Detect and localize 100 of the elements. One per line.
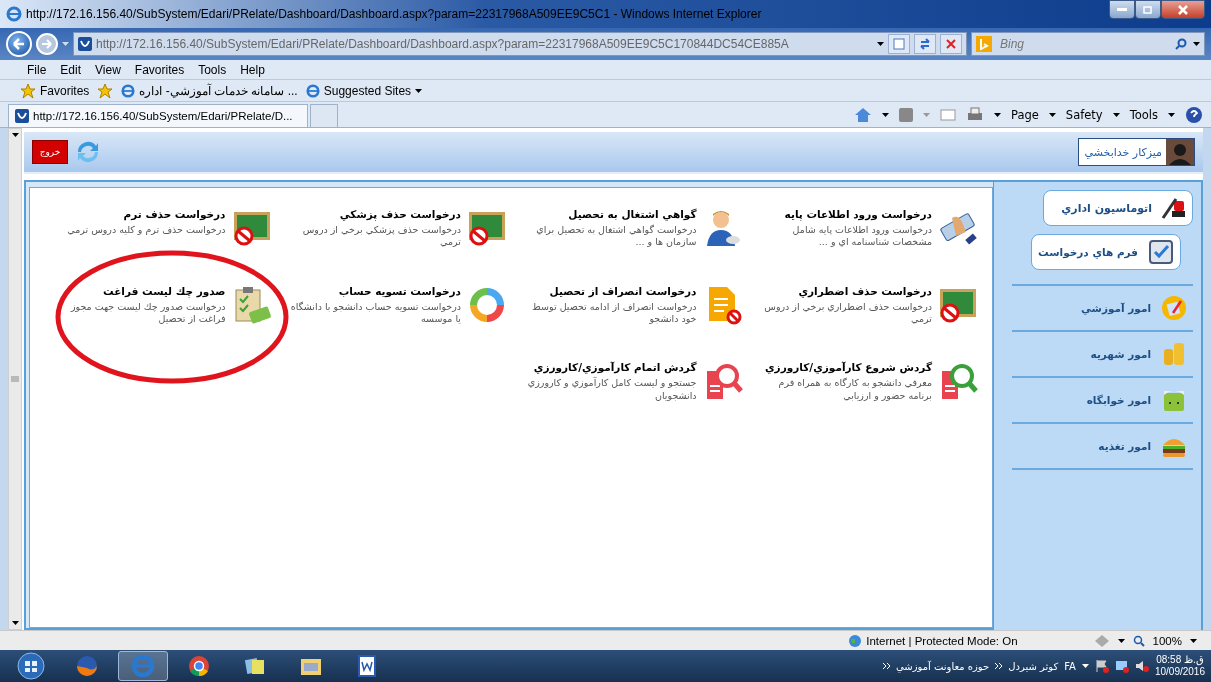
printer-icon — [966, 106, 984, 123]
mail-icon — [940, 108, 956, 121]
tile-title: درخواست حذف پزشكي — [338, 208, 461, 220]
minimize-button[interactable] — [1109, 0, 1135, 19]
search-icon — [1175, 38, 1187, 50]
tile-title: گواهي اشتغال به تحصيل — [567, 208, 697, 220]
search-engine-icon — [976, 36, 992, 52]
site-icon — [78, 37, 92, 51]
link-label: Suggested Sites — [323, 83, 412, 98]
caret-icon — [415, 88, 423, 93]
dashboard-tile[interactable]: گردش اتمام كارآموزي/كارورزي جستجو و ليست كامل كارآموزي و كارورزي دانشجويان — [516, 361, 747, 403]
zoom-button[interactable]: 100% — [1152, 634, 1182, 647]
tile-title: صدور چك ليست فراغت — [102, 284, 226, 297]
add-favorite-icon[interactable] — [97, 82, 114, 99]
tile-description: درخواست گواهي اشتغال به تحصيل براي سازمان ها و ... — [535, 224, 697, 249]
tile-description: درخواست تسويه حساب دانشجو با دانشگاه يا موسسه — [289, 300, 461, 326]
menu-item[interactable]: Help — [233, 62, 272, 77]
caret-icon — [1117, 638, 1125, 643]
dashboard-tile[interactable]: گواهي اشتغال به تحصيل درخواست گواهي اشتغال به تحصيل براي سازمان ها و ... — [516, 208, 747, 249]
sidebar-item[interactable]: فرم هاي درخواست — [1031, 234, 1181, 270]
caret-icon — [11, 621, 19, 625]
browser-tab[interactable]: http://172.16.156.40/SubSystem/Edari/PRelate/D... — [8, 104, 308, 127]
taskbar-toolbar[interactable]: حوزه معاونت آموزشي — [895, 660, 990, 672]
dashboard-tile[interactable]: درخواست حذف اضطراري درخواست حذف اضطراري برخي از دروس ترمي — [752, 284, 982, 326]
window-title: http://172.16.156.40/SubSystem/Edari/PRelate/Dashboard/Dashboard.aspx?param=22317968A509EE9C5C1 - Windows Internet Explorer — [26, 7, 763, 21]
tile-title: درخواست انصراف از تحصيل — [548, 284, 697, 297]
section-button[interactable]: اتوماسيون اداري — [1043, 190, 1193, 226]
tile-title: درخواست ورود اطلاعات پايه — [783, 208, 932, 220]
tile-description: درخواست ورود اطلاعات پايه شامل مشخصات شناسنامه اي و ... — [791, 224, 932, 249]
caret-icon — [1048, 112, 1056, 117]
word-document-icon — [355, 654, 379, 678]
browser-icon — [121, 83, 136, 98]
menu-item[interactable]: View — [88, 62, 128, 77]
forward-arrow-icon — [42, 39, 52, 49]
caret-icon — [877, 42, 884, 46]
home-icon — [854, 106, 872, 123]
minimize-icon — [1117, 8, 1127, 11]
tile-title: گردش شروع كارآموزي/كارورزي — [764, 361, 932, 374]
speaker-icon — [1134, 659, 1149, 673]
dashboard-tile[interactable]: درخواست حذف ترم درخواست حذف ترم و كليه دروس ترمي — [45, 208, 276, 248]
address-bar[interactable]: http://172.16.156.40/SubSystem/Edari/PRelate/Dashboard/Dashboard.aspx?param=22317968A509EE9C5C170844DC54CE885A — [73, 32, 967, 56]
status-text: Internet | Protected Mode: On — [848, 633, 1018, 648]
sidebar-item[interactable]: امور آموزشي — [1012, 284, 1193, 330]
dashboard-tile[interactable]: درخواست ورود اطلاعات پايه درخواست ورود اطلاعات پايه شامل مشخصات شناسنامه اي و ... — [752, 208, 982, 249]
chrome-icon — [187, 654, 211, 678]
caret-icon — [1190, 638, 1197, 643]
close-icon — [1178, 4, 1188, 15]
favorites-link[interactable]: Suggested Sites — [305, 83, 423, 98]
menu-item[interactable]: File — [20, 62, 54, 77]
menu-item[interactable]: Tools — [191, 62, 234, 77]
search-field[interactable]: Bing — [998, 36, 1169, 52]
command-menu[interactable]: Safety — [1065, 107, 1103, 122]
dashboard-tile[interactable]: درخواست حذف پزشكي درخواست حذف پزشكي برخي از دروس ترمي — [281, 208, 511, 249]
checkbox-form-icon — [1148, 239, 1174, 265]
dashboard-tile[interactable]: گردش شروع كارآموزي/كارورزي معرفي دانشجو به كارگاه به همراه فرم برنامه حضور و ارزيابي — [752, 361, 982, 403]
refresh-icon — [919, 38, 931, 50]
globe-icon — [848, 633, 863, 648]
tile-title: درخواست حذف اضطراري — [797, 284, 932, 297]
tile-description: درخواست حذف پزشكي برخي از دروس ترمي — [301, 224, 461, 249]
sidebar-item[interactable]: امور شهريه — [1012, 330, 1193, 376]
user-badge: ميزكار خدابخشي — [1077, 138, 1195, 166]
sidebar-item[interactable]: امور تغذيه — [1012, 422, 1193, 468]
security-icon — [1093, 633, 1110, 648]
menu-item[interactable]: Favorites — [127, 62, 192, 77]
back-button[interactable] — [6, 31, 32, 57]
refresh-button[interactable] — [914, 34, 936, 54]
favorites-button[interactable]: Favorites — [20, 82, 90, 99]
taskbar-toolbar[interactable]: كوثر شيردل — [1008, 660, 1059, 672]
start-orb-icon — [17, 652, 45, 680]
magnifier-icon — [1132, 634, 1145, 647]
command-menu[interactable]: Page — [1011, 107, 1039, 122]
language-indicator[interactable]: FA — [1064, 660, 1076, 672]
favorites-star-icon[interactable] — [20, 82, 36, 99]
exit-button[interactable]: خروج — [32, 140, 68, 164]
dashboard-tile[interactable]: درخواست تسويه حساب درخواست تسويه حساب دانشجو با دانشگاه يا موسسه — [281, 284, 511, 326]
tile-title: درخواست حذف ترم — [122, 208, 226, 220]
command-menu[interactable]: Tools — [1129, 107, 1158, 122]
tab-title: http://172.16.156.40/SubSystem/Edari/PRelate/D... — [33, 110, 293, 122]
tile-description: درخواست صدور چك ليست جهت مجوز فراغت از تحصيل — [69, 300, 226, 326]
tile-description: معرفي دانشجو به كارگاه به همراه فرم برنامه حضور و ارزيابي — [777, 377, 932, 403]
forward-button[interactable] — [36, 33, 58, 55]
stop-icon — [946, 39, 956, 49]
close-button[interactable] — [1161, 0, 1205, 19]
restore-button[interactable] — [1135, 0, 1161, 19]
menu-item[interactable]: Edit — [53, 62, 89, 77]
sidebar-item[interactable]: امور خوابگاه — [1012, 376, 1193, 422]
search-box[interactable]: Bing — [971, 32, 1205, 56]
flag-icon — [1094, 659, 1109, 673]
site-icon — [15, 109, 29, 123]
caret-icon — [994, 112, 1001, 117]
tile-description: درخواست انصراف از ادامه تحصيل توسط خود دانشجو — [531, 300, 697, 326]
help-icon — [1185, 105, 1203, 124]
caret-icon — [1168, 112, 1175, 117]
stop-button[interactable] — [940, 34, 962, 54]
caret-icon — [1081, 664, 1089, 668]
back-arrow-icon — [13, 38, 25, 50]
notepad-pencil-icon — [1161, 295, 1187, 321]
dashboard-tile[interactable]: درخواست انصراف از تحصيل درخواست انصراف از ادامه تحصيل توسط خود دانشجو — [516, 284, 747, 326]
dashboard-tile[interactable]: صدور چك ليست فراغت درخواست صدور چك ليست جهت مجوز فراغت از تحصيل — [45, 284, 276, 326]
caret-icon — [11, 133, 19, 137]
